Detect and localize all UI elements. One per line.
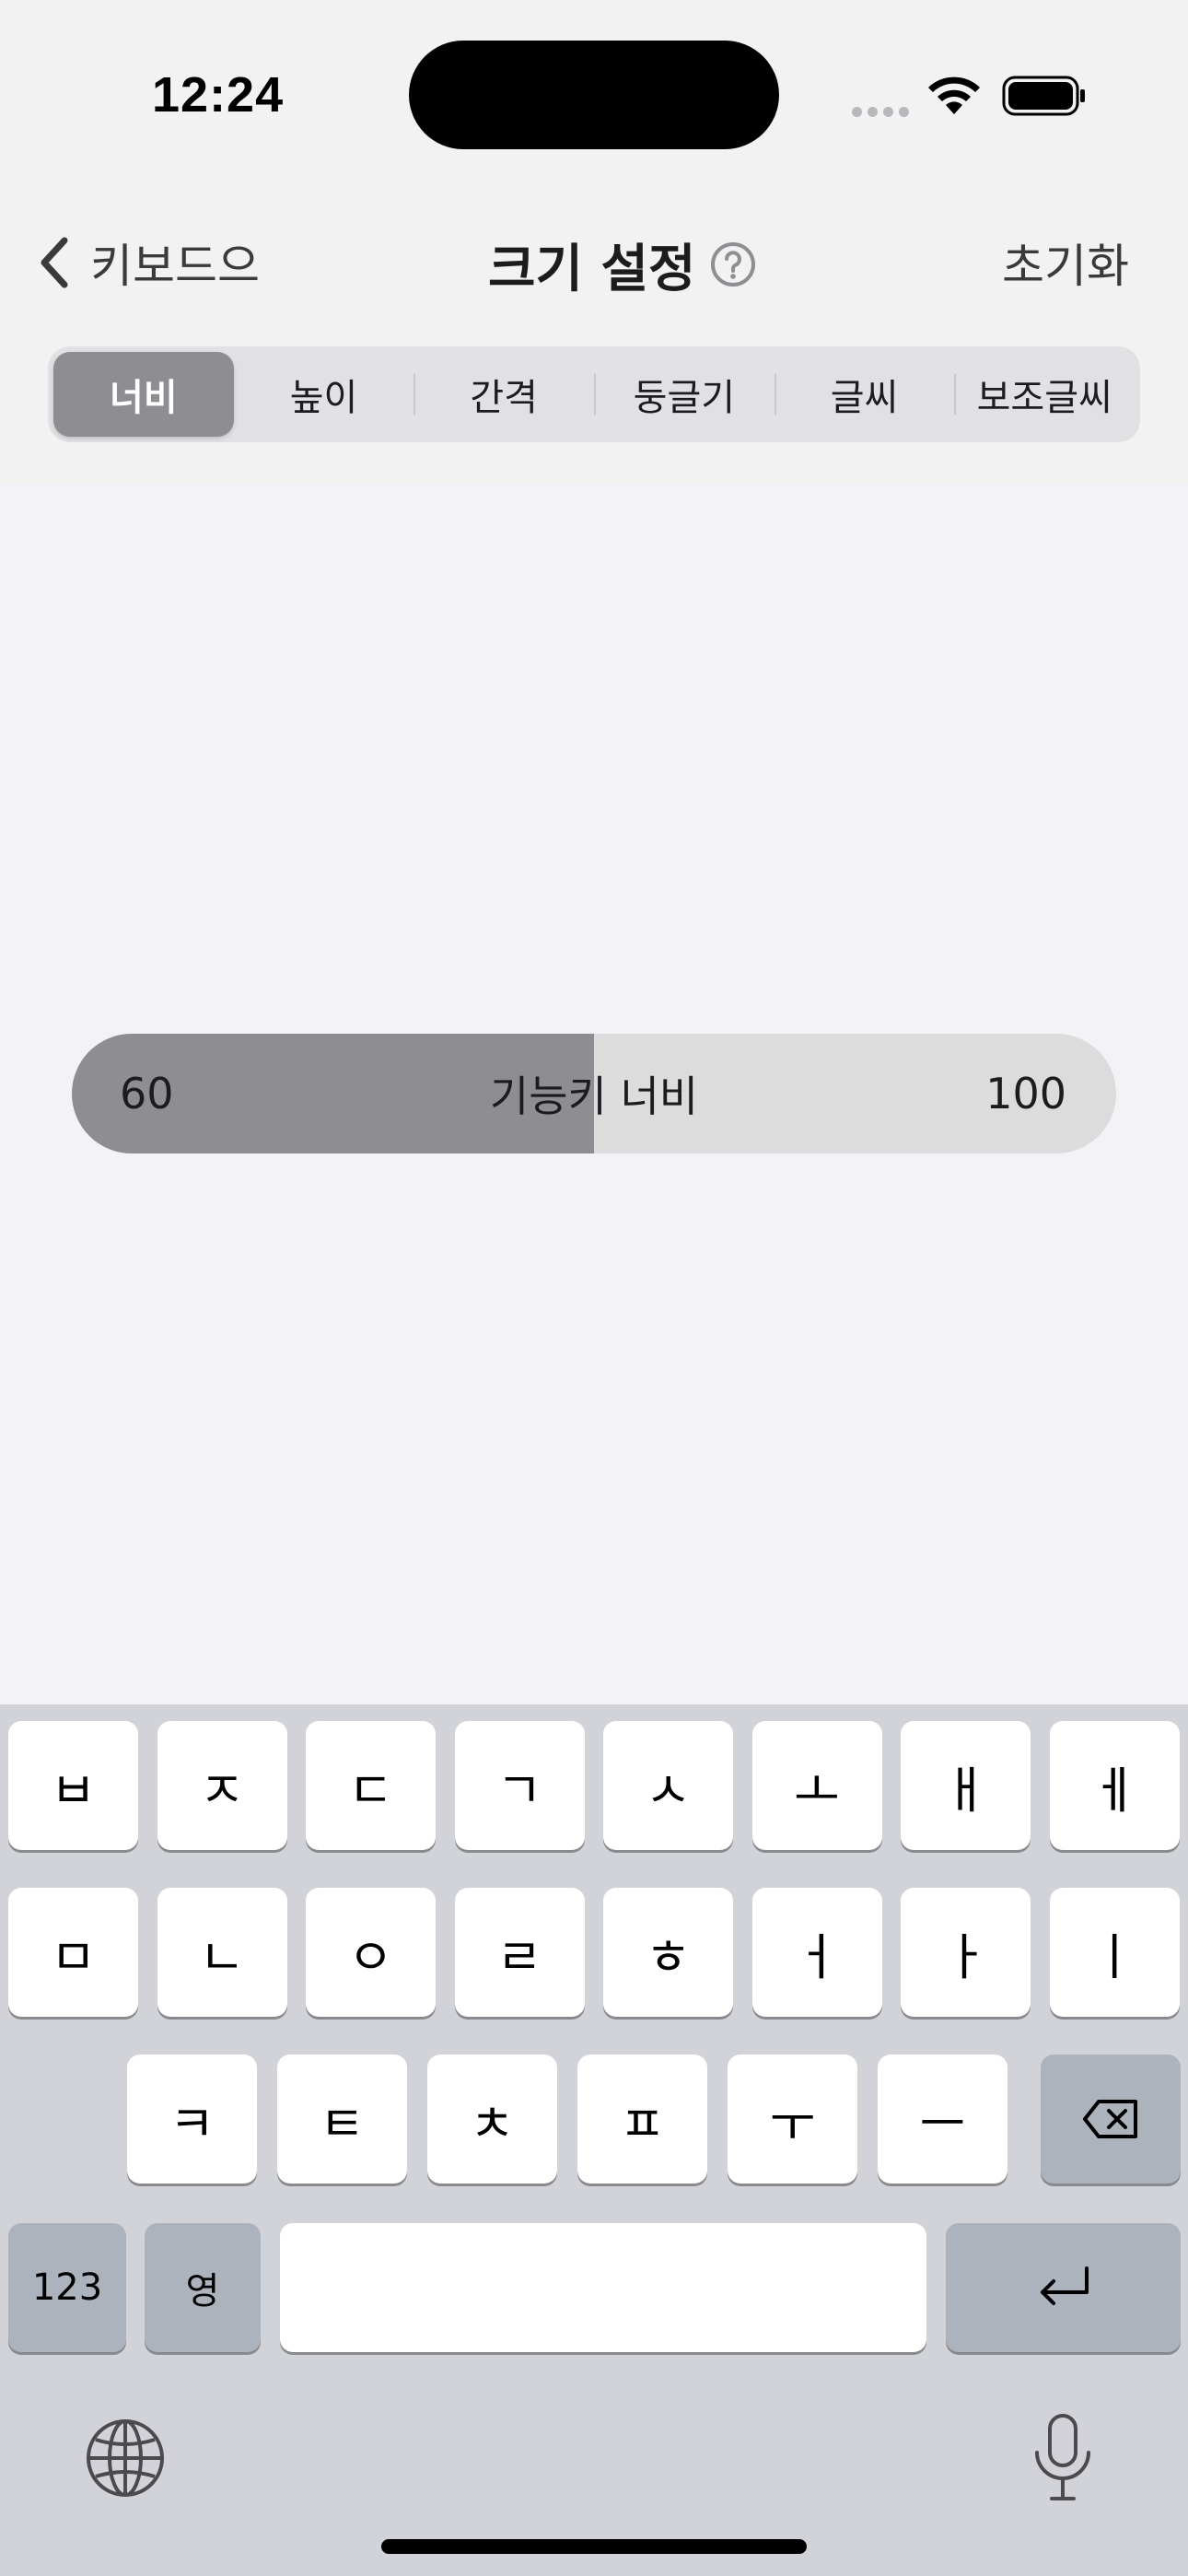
tab-height[interactable]: 높이 [234,352,414,437]
delete-left-icon [1083,2100,1137,2138]
language-key[interactable]: 영 [145,2223,261,2352]
numbers-key[interactable]: 123 [8,2223,126,2352]
row1-key-4[interactable]: ㄱ [454,1721,585,1850]
row2-key-2[interactable]: ㄴ [157,1888,287,2017]
size-tabs: 너비 높이 간격 둥글기 글씨 보조글씨 [48,346,1140,442]
tab-width[interactable]: 너비 [53,352,234,437]
page-title-text: 크기 설정 [488,239,696,299]
battery-icon [1002,76,1085,116]
row3-key-6[interactable]: ㅡ [878,2055,1007,2184]
back-button[interactable]: 키보드으 [37,230,260,295]
microphone-icon[interactable] [1030,2412,1096,2504]
row3-key-1[interactable]: ㅋ [127,2055,257,2184]
row1-key-2[interactable]: ㅈ [157,1721,287,1850]
row1-key-6[interactable]: ㅗ [751,1721,882,1850]
return-key[interactable] [946,2223,1181,2352]
space-key[interactable] [280,2223,926,2352]
globe-icon[interactable] [85,2418,166,2499]
slider-title: 기능키 너비 [489,1071,699,1121]
row3-key-3[interactable]: ㅊ [427,2055,557,2184]
row2-key-5[interactable]: ㅎ [603,1888,733,2017]
row1-key-7[interactable]: ㅐ [901,1721,1031,1850]
chevron-left-icon [41,237,68,288]
wifi-icon [928,76,980,114]
tab-spacing[interactable]: 간격 [413,352,594,437]
cellular-signal-icon [852,103,914,121]
tab-font[interactable]: 글씨 [774,352,955,437]
help-icon[interactable] [709,240,757,288]
dynamic-island [409,41,779,149]
row2-key-8[interactable]: ㅣ [1049,1888,1180,2017]
row2-key-3[interactable]: ㅇ [306,1888,436,2017]
home-indicator [381,2539,807,2554]
row3-key-4[interactable]: ㅍ [577,2055,707,2184]
row1-key-1[interactable]: ㅂ [8,1721,138,1850]
backspace-key[interactable] [1041,2055,1181,2184]
row2-key-1[interactable]: ㅁ [8,1888,138,2017]
tab-sub-font[interactable]: 보조글씨 [954,352,1135,437]
page-title: 크기 설정 [488,232,757,299]
korean-keyboard: ㅂㅈㄷㄱㅅㅗㅐㅔ ㅁㄴㅇㄹㅎㅓㅏㅣ ㅋㅌㅊㅍㅜㅡ 123 영 [0,1704,1188,2576]
reset-button[interactable]: 초기화 [1002,230,1129,295]
row1-key-3[interactable]: ㄷ [306,1721,436,1850]
slider-max-label: 100 [985,1069,1066,1118]
back-label: 키보드으 [90,240,260,293]
row1-key-5[interactable]: ㅅ [603,1721,733,1850]
row2-key-6[interactable]: ㅓ [751,1888,882,2017]
row3-key-5[interactable]: ㅜ [728,2055,857,2184]
function-key-width-slider[interactable]: 60 기능키 너비 100 [72,1034,1116,1153]
row3-key-2[interactable]: ㅌ [277,2055,407,2184]
row1-key-8[interactable]: ㅔ [1049,1721,1180,1850]
status-time: 12:24 [152,67,285,123]
row2-key-7[interactable]: ㅏ [901,1888,1031,2017]
row2-key-4[interactable]: ㄹ [454,1888,585,2017]
tab-roundness[interactable]: 둥글기 [594,352,775,437]
return-icon [1040,2266,1089,2305]
